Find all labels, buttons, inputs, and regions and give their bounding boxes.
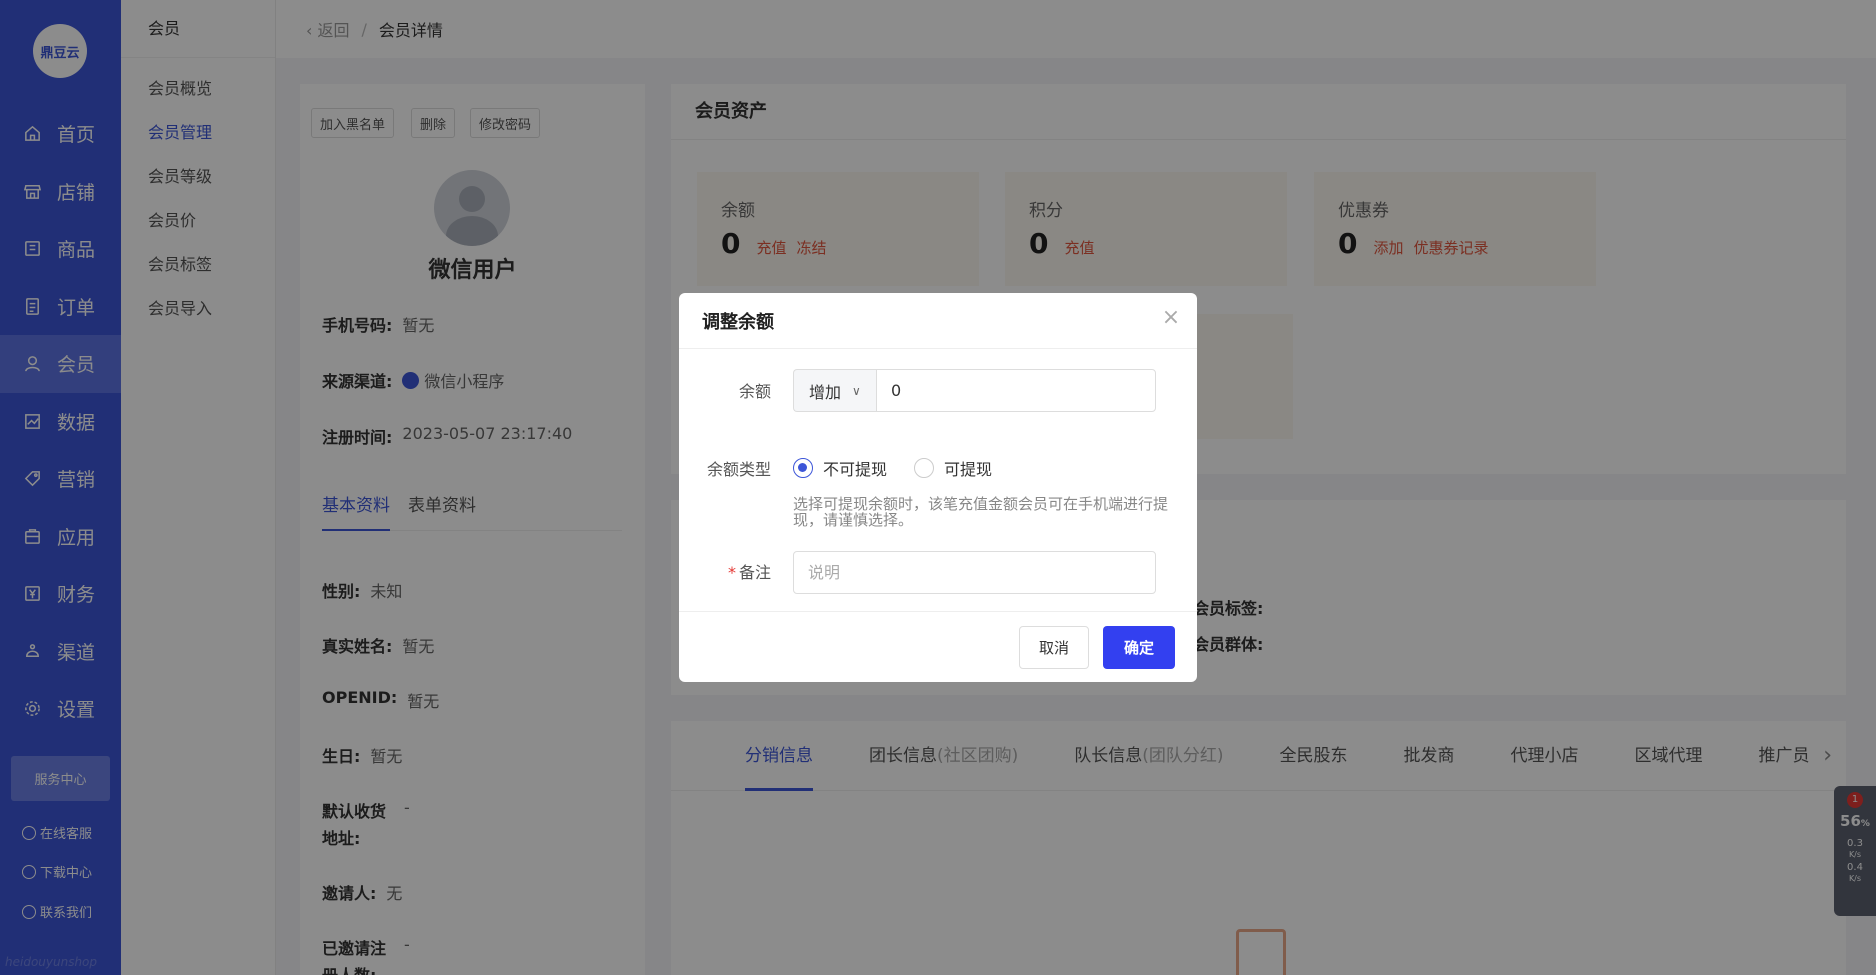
adjust-balance-dialog: 调整余额 × 余额 增加 ∨ 余额类型 不可提现 可提现 选择可提现余额时，该笔… [679, 293, 1197, 682]
amount-input[interactable] [876, 369, 1156, 412]
operation-value: 增加 [809, 382, 842, 402]
balance-type-label: 余额类型 [706, 460, 771, 479]
dialog-title: 调整余额 [702, 311, 774, 333]
chevron-down-icon: ∨ [852, 383, 861, 398]
note-input[interactable] [793, 551, 1156, 594]
amount-label: 余额 [738, 382, 771, 401]
required-mark: * [727, 563, 736, 582]
radio-non-withdrawable[interactable]: 不可提现 [793, 456, 887, 480]
radio-withdrawable[interactable]: 可提现 [914, 456, 992, 480]
dialog-footer: 取消 确定 [679, 611, 1197, 682]
cancel-button[interactable]: 取消 [1019, 626, 1089, 669]
confirm-button[interactable]: 确定 [1103, 626, 1175, 669]
radio-label: 不可提现 [823, 460, 888, 479]
radio-label: 可提现 [944, 460, 993, 479]
note-label: 备注 [738, 563, 771, 582]
close-icon[interactable]: × [1161, 307, 1181, 329]
radio-unchecked-icon [914, 458, 934, 478]
note-label-wrap: * 备注 [728, 559, 771, 583]
radio-checked-icon [793, 458, 813, 478]
operation-select[interactable]: 增加 ∨ [793, 369, 876, 412]
withdraw-hint: 选择可提现余额时，该笔充值金额会员可在手机端进行提现，请谨慎选择。 [793, 495, 1169, 529]
dialog-header: 调整余额 × [679, 293, 1197, 349]
